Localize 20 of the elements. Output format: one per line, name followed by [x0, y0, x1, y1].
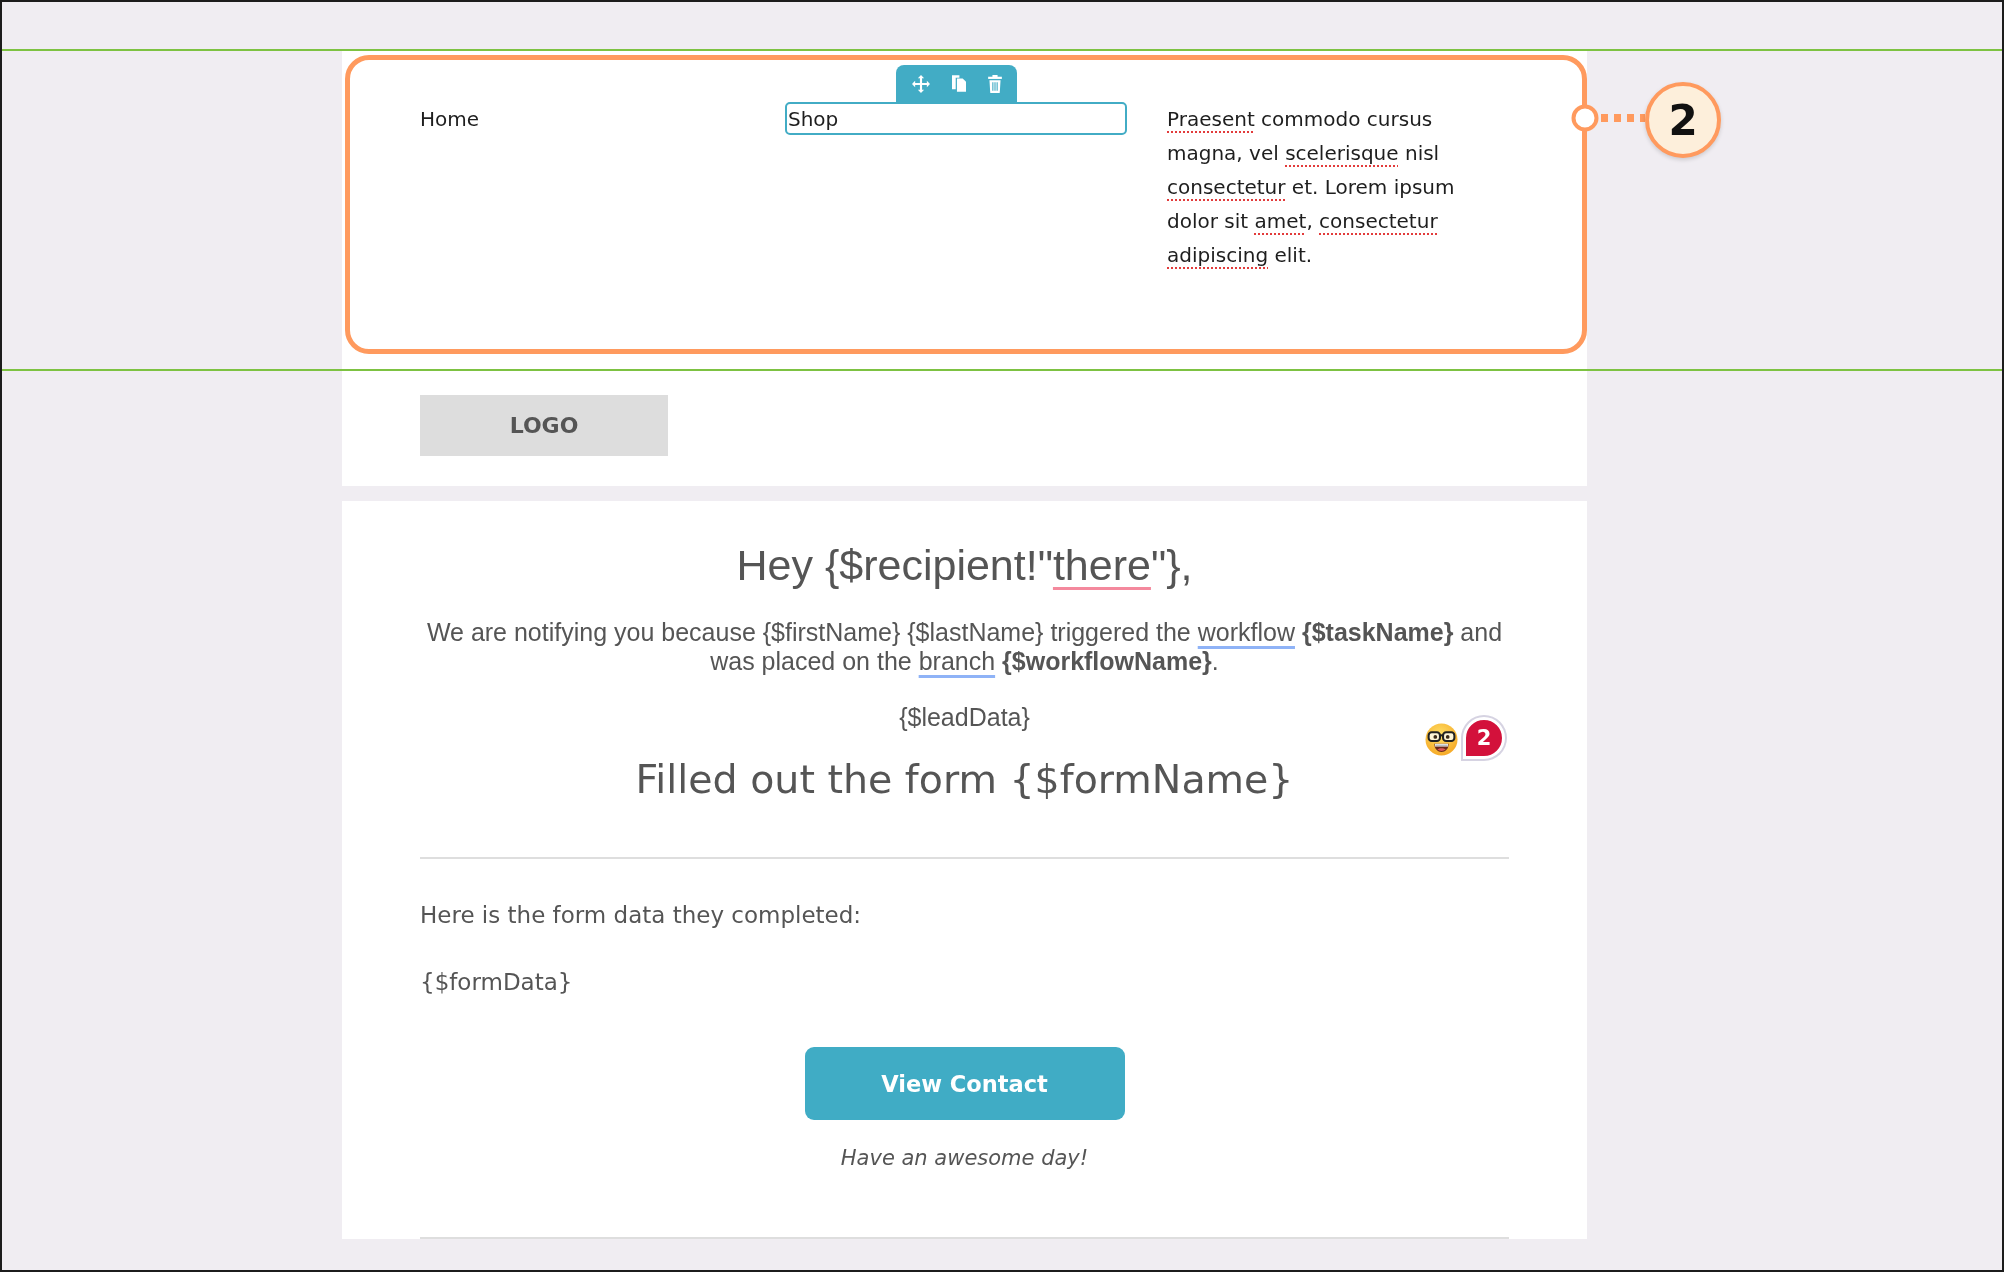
trash-icon[interactable] — [987, 74, 1002, 93]
logo-section[interactable]: LOGO — [342, 371, 1587, 486]
form-heading: Filled out the form {$formName} — [635, 755, 1294, 804]
text-input[interactable]: Shop — [785, 102, 1127, 135]
greeting-heading: Hey {$recipient!"there"}, — [736, 540, 1193, 591]
menu-text: Home — [420, 106, 480, 133]
editor-block[interactable]: Home Shop Praesent commodo cursus magna, vel scelerisque nisl consectetur et. Lorem ipsum dolor sit amet, consectetur adipiscing elit. — [345, 55, 1587, 354]
copy-icon[interactable] — [951, 75, 966, 92]
logo-placeholder: LOGO — [420, 395, 668, 456]
lead-data-text: {$leadData} — [899, 702, 1030, 732]
comment-count-badge[interactable]: 2 — [1463, 717, 1505, 759]
closing-text: Have an awesome day! — [840, 1145, 1089, 1172]
paragraph-text: Praesent commodo cursus magna, vel scelerisque nisl consectetur et. Lorem ipsum dolor sit amet, consectetur adipiscing elit. — [1167, 106, 1456, 269]
form-intro-text: Here is the form data they completed: — [420, 901, 863, 930]
move-icon[interactable] — [911, 74, 930, 93]
intro-text: We are notifying you because {$firstName} {$lastName} triggered the workflow {$taskName} and was placed on the branch {$workflowName}. — [425, 618, 1504, 676]
step-number-badge: 2 — [1645, 82, 1721, 158]
form-data-text: {$formData} — [420, 968, 574, 997]
nerd-face-icon — [1425, 723, 1458, 756]
dotted-connector — [1601, 114, 1645, 122]
